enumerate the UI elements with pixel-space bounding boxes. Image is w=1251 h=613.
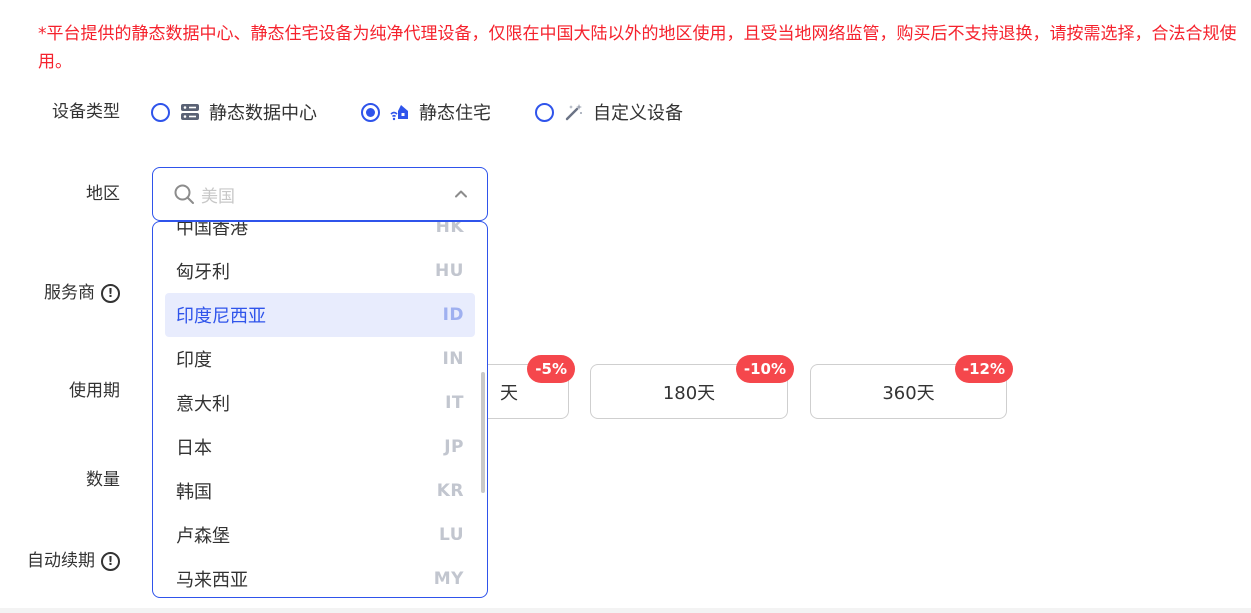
provider-label-row: 服务商 ! (10, 281, 120, 305)
device-type-radio-group: 静态数据中心 静态住宅 自定义设备 (151, 100, 727, 124)
info-icon[interactable]: ! (101, 283, 120, 303)
region-option-kr[interactable]: 韩国 KR (165, 469, 475, 513)
discount-badge: -5% (527, 355, 575, 383)
region-option-in[interactable]: 印度 IN (165, 337, 475, 381)
region-option-name: 韩国 (176, 482, 212, 503)
region-search-input[interactable]: 美国 (201, 182, 453, 207)
period-option-label: 360天 (882, 382, 935, 404)
region-option-it[interactable]: 意大利 IT (165, 381, 475, 425)
region-option-name: 日本 (176, 438, 212, 459)
region-option-name: 意大利 (176, 394, 230, 415)
radio-button[interactable] (151, 102, 170, 122)
region-option-name: 印度 (176, 350, 212, 371)
search-icon (174, 184, 194, 204)
discount-badge: -10% (735, 355, 794, 383)
period-option-label: 天 (500, 382, 518, 404)
region-option-hk[interactable]: 中国香港 HK (165, 221, 475, 249)
purchase-notice: *平台提供的静态数据中心、静态住宅设备为纯净代理设备，仅限在中国大陆以外的地区使… (38, 24, 1237, 72)
order-form-page: *平台提供的静态数据中心、静态住宅设备为纯净代理设备，仅限在中国大陆以外的地区使… (0, 0, 1251, 613)
residential-icon (390, 103, 410, 121)
region-option-name: 卢森堡 (176, 526, 230, 547)
magic-wand-icon (564, 103, 584, 121)
info-icon[interactable]: ! (101, 551, 120, 571)
quantity-label: 数量 (86, 470, 120, 490)
region-option-code: LU (438, 525, 464, 545)
region-option-lu[interactable]: 卢森堡 LU (165, 513, 475, 557)
region-label: 地区 (86, 184, 120, 204)
provider-label: 服务商 (44, 283, 95, 303)
region-option-my[interactable]: 马来西亚 MY (165, 557, 475, 597)
region-option-code: HU (434, 261, 464, 281)
region-option-list: 中国香港 HK 匈牙利 HU 印度尼西亚 ID 印度 IN 意大利 IT 日本 … (153, 221, 487, 597)
region-dropdown[interactable]: 中国香港 HK 匈牙利 HU 印度尼西亚 ID 印度 IN 意大利 IT 日本 … (152, 221, 488, 598)
radio-button[interactable] (361, 102, 380, 122)
device-type-option-label: 静态数据中心 (209, 103, 317, 124)
auto-renew-label: 自动续期 (27, 551, 95, 571)
region-option-name: 中国香港 (176, 221, 248, 239)
region-option-jp[interactable]: 日本 JP (165, 425, 475, 469)
period-option-360[interactable]: 360天 -12% (810, 355, 1013, 419)
region-option-name: 印度尼西亚 (176, 306, 266, 327)
device-type-option-custom[interactable]: 自定义设备 (535, 99, 683, 125)
region-option-code: KR (436, 481, 464, 501)
region-option-code: IN (442, 349, 464, 369)
chevron-up-icon[interactable] (453, 186, 469, 202)
device-type-option-label: 自定义设备 (593, 103, 683, 124)
region-select[interactable]: 美国 (152, 167, 488, 221)
dropdown-scrollbar[interactable] (481, 372, 485, 493)
device-type-option-datacenter[interactable]: 静态数据中心 (151, 99, 317, 125)
period-option-180[interactable]: 180天 -10% (590, 355, 794, 419)
device-type-label: 设备类型 (52, 102, 120, 122)
bottom-divider (0, 608, 1251, 613)
discount-badge: -12% (954, 355, 1013, 383)
region-option-code: MY (433, 569, 464, 589)
region-option-code: JP (444, 437, 464, 457)
region-option-name: 马来西亚 (176, 570, 248, 591)
region-option-code: HK (435, 221, 464, 237)
auto-renew-label-row: 自动续期 ! (10, 549, 120, 573)
period-option-label: 180天 (662, 382, 716, 404)
period-label: 使用期 (69, 381, 120, 401)
radio-button[interactable] (535, 102, 554, 122)
region-option-code: IT (445, 393, 464, 413)
region-option-code: ID (442, 305, 464, 325)
device-type-option-residential[interactable]: 静态住宅 (361, 99, 491, 125)
region-option-hu[interactable]: 匈牙利 HU (165, 249, 475, 293)
server-icon (180, 103, 200, 121)
region-option-name: 匈牙利 (176, 262, 230, 283)
device-type-option-label: 静态住宅 (419, 103, 491, 124)
region-option-id[interactable]: 印度尼西亚 ID (165, 293, 475, 337)
